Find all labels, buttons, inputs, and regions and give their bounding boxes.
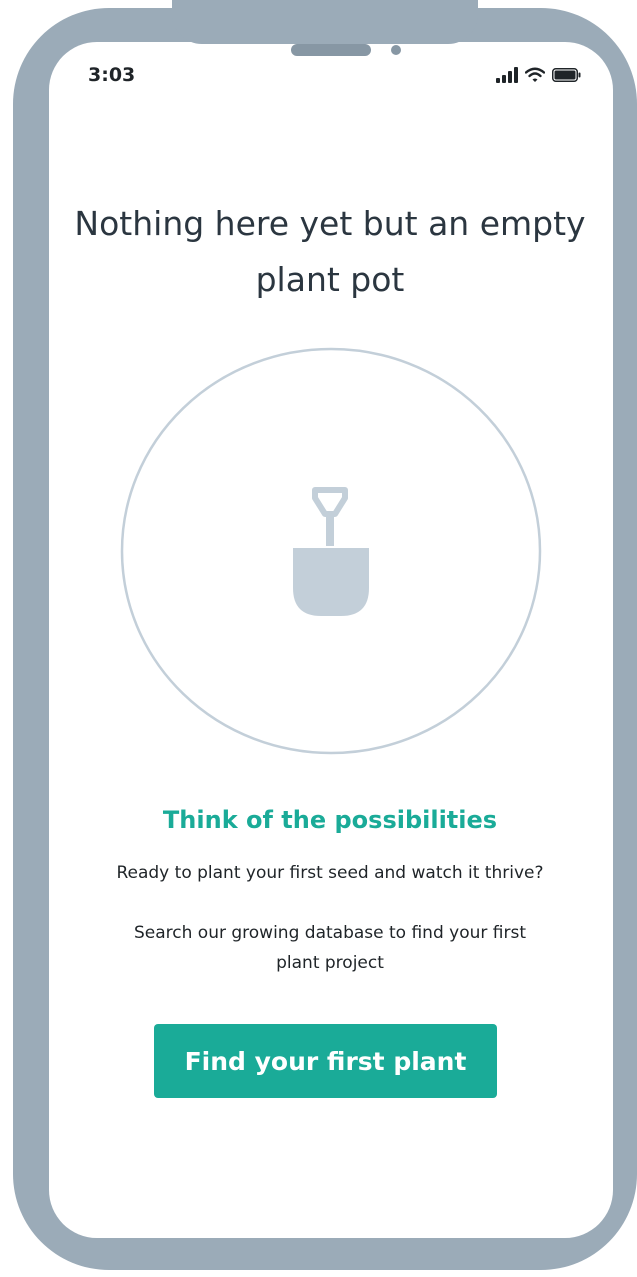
battery-icon — [552, 68, 581, 82]
mockup-stage: 3:03 Nothing here yet but an empty plant… — [0, 0, 637, 1277]
status-time: 3:03 — [88, 64, 136, 86]
phone-notch — [172, 0, 478, 44]
empty-pot-illustration — [120, 347, 542, 755]
find-first-plant-button[interactable]: Find your first plant — [154, 1024, 497, 1098]
empty-state-body-line: Ready to plant your first seed and watch… — [116, 863, 544, 883]
speaker-grille — [291, 44, 371, 56]
cellular-signal-icon — [496, 67, 518, 83]
empty-state-headline: Nothing here yet but an empty plant pot — [74, 204, 586, 299]
status-icons — [496, 64, 581, 86]
wifi-icon — [525, 67, 545, 82]
front-camera — [391, 45, 401, 55]
empty-state-description: Search our growing database to find your… — [134, 923, 526, 973]
empty-state-subheading: Think of the possibilities — [162, 806, 498, 834]
shovel-icon — [293, 487, 369, 616]
